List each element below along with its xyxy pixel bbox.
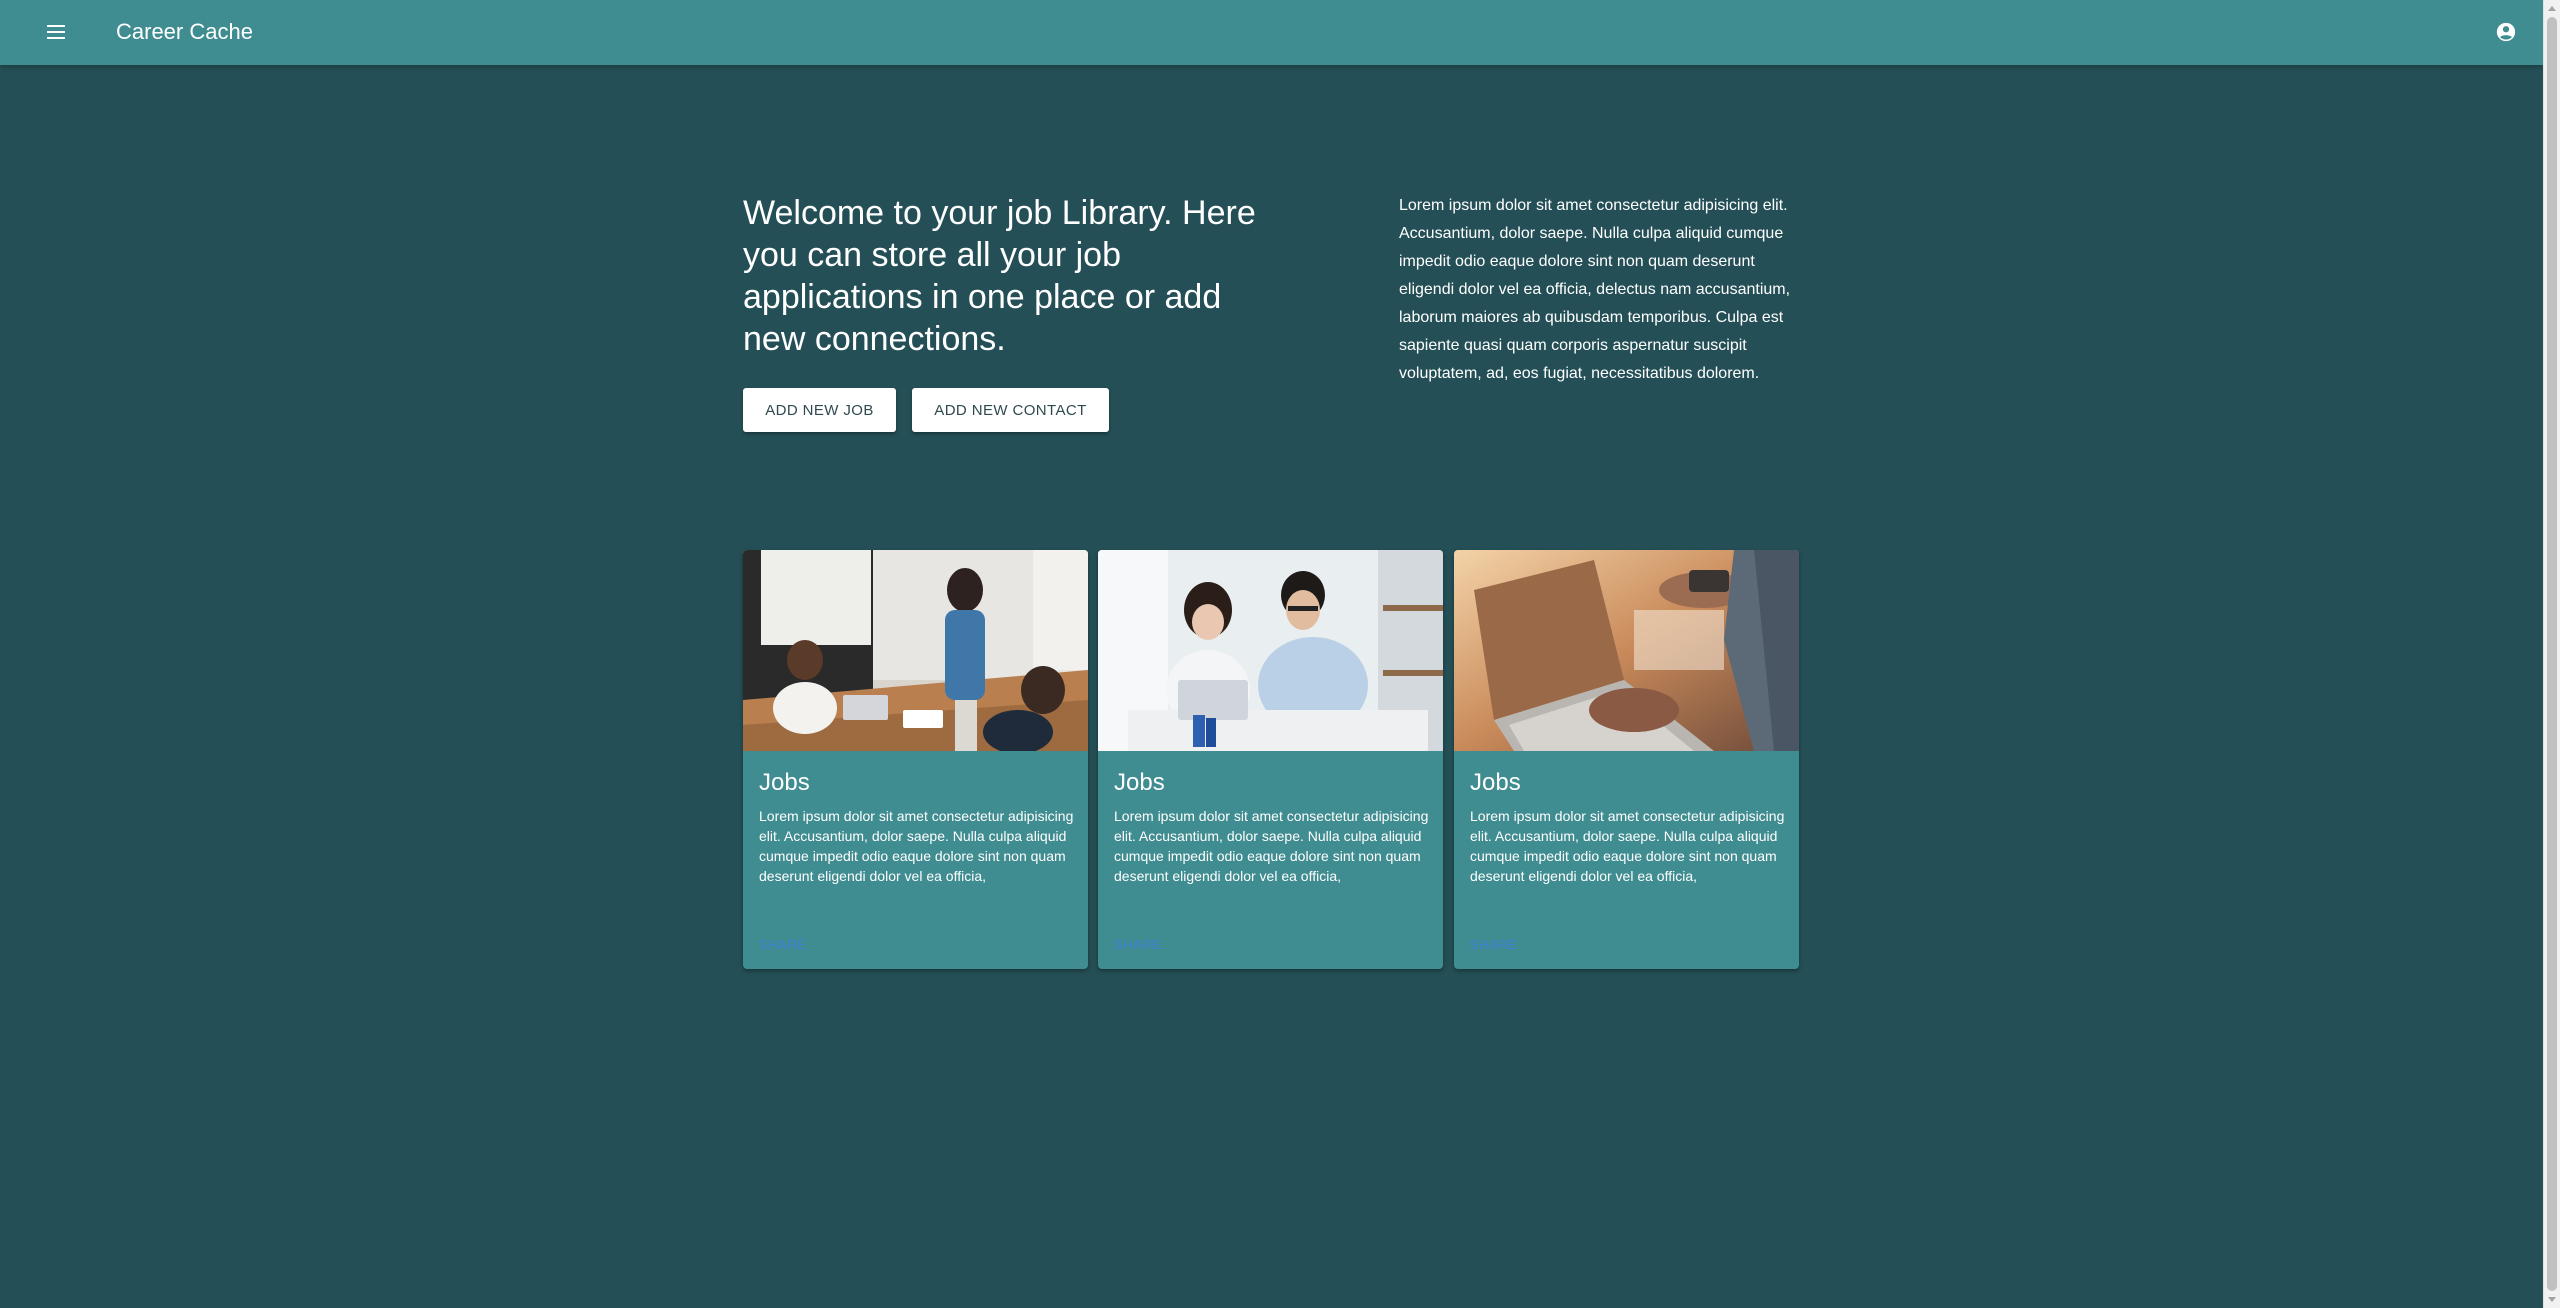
add-new-contact-button[interactable]: ADD NEW CONTACT [912,388,1109,432]
card-title: Jobs [1114,769,1165,796]
menu-button[interactable] [44,20,68,44]
scroll-up-arrow-icon[interactable] [2548,6,2556,11]
share-button[interactable]: SHARE [1470,937,1517,952]
scrollbar-thumb[interactable] [2547,17,2557,1291]
card-image-laptop-phone [1454,550,1799,751]
job-card: Jobs Lorem ipsum dolor sit amet consecte… [1098,550,1443,969]
add-new-job-button[interactable]: ADD NEW JOB [743,388,896,432]
app-bar: Career Cache [0,0,2543,65]
page: Career Cache Welcome to your job Library… [0,0,2560,1308]
card-title: Jobs [1470,769,1521,796]
hero-description: Lorem ipsum dolor sit amet consectetur a… [1399,197,1791,382]
account-circle-icon [2496,22,2516,42]
vertical-scrollbar[interactable] [2543,0,2560,1308]
share-button[interactable]: SHARE [1114,937,1161,952]
menu-icon [47,25,65,39]
hero-heading: Welcome to your job Library. Here you ca… [743,194,1256,358]
card-body: Lorem ipsum dolor sit amet consectetur a… [759,808,1074,884]
card-body: Lorem ipsum dolor sit amet consectetur a… [1114,808,1429,884]
share-button[interactable]: SHARE [759,937,806,952]
card-title: Jobs [759,769,810,796]
account-button[interactable] [2494,20,2518,44]
app-title: Career Cache [116,19,253,44]
job-card: Jobs Lorem ipsum dolor sit amet consecte… [1454,550,1799,969]
card-image-team-meeting [743,550,1088,751]
card-image-office-colleagues [1098,550,1443,751]
scroll-down-arrow-icon[interactable] [2548,1297,2556,1302]
card-body: Lorem ipsum dolor sit amet consectetur a… [1470,808,1785,884]
job-card: Jobs Lorem ipsum dolor sit amet consecte… [743,550,1088,969]
